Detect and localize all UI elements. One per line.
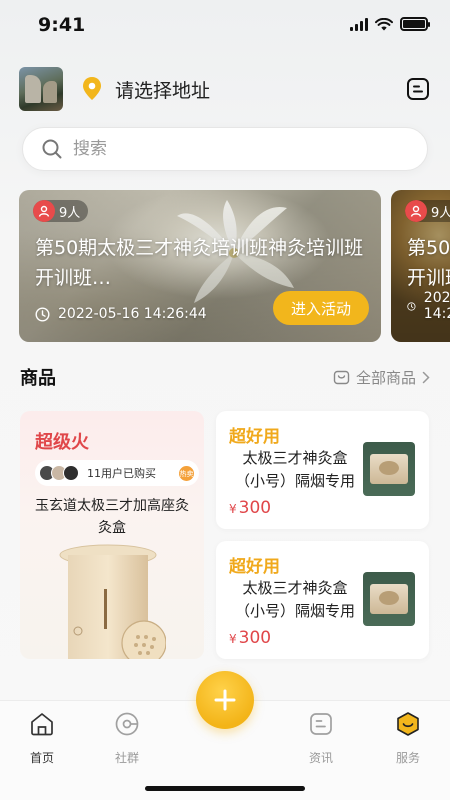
address-selector[interactable]: 请选择地址 — [115, 76, 210, 103]
moxibustion-box-image — [59, 544, 166, 659]
buyers-pill: 11用户已购买 热卖 — [35, 460, 199, 486]
avatar — [63, 465, 79, 481]
activity-banner[interactable]: 9人 第50期太极三才神灸培训班神灸培训班开训班… 2022-05-16 14:… — [19, 190, 381, 342]
clock-icon — [35, 306, 50, 322]
clock-icon — [407, 301, 416, 311]
banner-title: 第50期太极三才神灸培训班神灸培训班开训班… — [35, 237, 364, 289]
tab-community[interactable]: 社群 — [97, 711, 157, 766]
product-price: ¥300 — [229, 498, 272, 518]
banner-title: 第50期太极三才神灸培训班神灸培训班开训班… — [407, 237, 450, 289]
home-icon — [31, 713, 53, 736]
all-products-link[interactable]: 全部商品 — [333, 367, 430, 388]
buyers-text: 11用户已购买 — [87, 467, 156, 480]
wifi-icon — [375, 17, 393, 30]
featured-product-card[interactable]: 超级火 11用户已购买 热卖 玉玄道太极三才加高座灸灸盒 — [20, 411, 204, 659]
product-name: 太极三才神灸盒（小号）隔烟专用 — [234, 449, 355, 490]
plus-icon — [214, 689, 236, 711]
banner-datetime: 2022-05-16 14:26:44 — [407, 290, 450, 322]
status-icons — [350, 17, 430, 31]
news-icon — [310, 713, 332, 735]
banner-datetime: 2022-05-16 14:26:44 — [35, 306, 207, 322]
box-icon — [333, 370, 350, 384]
product-card[interactable]: 超好用 太极三才神灸盒（小号）隔烟专用 ¥300 — [216, 541, 429, 659]
products-section-header: 商品 全部商品 — [20, 364, 430, 390]
header: 请选择地址 — [19, 66, 431, 112]
user-icon — [33, 200, 55, 222]
join-activity-button[interactable]: 进入活动 — [273, 291, 369, 325]
product-tag: 超好用 — [229, 427, 280, 447]
product-card[interactable]: 超好用 太极三才神灸盒（小号）隔烟专用 ¥300 — [216, 411, 429, 529]
product-name: 玉玄道太极三才加高座灸灸盒 — [35, 498, 189, 536]
avatar[interactable] — [19, 67, 63, 111]
tab-service[interactable]: 服务 — [378, 711, 438, 766]
section-title: 商品 — [20, 368, 56, 389]
location-pin-icon[interactable] — [79, 76, 105, 102]
participant-count-badge: 9人 — [405, 200, 450, 222]
signal-icon — [350, 17, 368, 31]
product-tag: 超级火 — [35, 432, 89, 453]
participant-count-badge: 9人 — [33, 200, 89, 222]
product-price: ¥300 — [229, 628, 272, 648]
community-icon — [115, 712, 139, 736]
user-icon — [405, 200, 427, 222]
banner-carousel[interactable]: 9人 第50期太极三才神灸培训班神灸培训班开训班… 2022-05-16 14:… — [19, 190, 450, 342]
service-icon — [397, 712, 419, 736]
search-bar[interactable] — [22, 127, 428, 171]
tab-home[interactable]: 首页 — [12, 711, 72, 766]
battery-icon — [400, 17, 430, 31]
status-bar: 9:41 — [0, 0, 450, 50]
product-tag: 超好用 — [229, 557, 280, 577]
chevron-right-icon — [422, 371, 430, 383]
status-time: 9:41 — [38, 14, 86, 36]
product-name: 太极三才神灸盒（小号）隔烟专用 — [234, 579, 355, 620]
home-indicator — [145, 786, 305, 791]
tab-news[interactable]: 资讯 — [291, 711, 351, 766]
activity-banner[interactable]: 9人 第50期太极三才神灸培训班神灸培训班开训班… 2022-05-16 14:… — [391, 190, 450, 342]
product-thumbnail — [363, 572, 415, 626]
search-input[interactable] — [73, 139, 373, 159]
add-button[interactable] — [196, 671, 254, 729]
hot-badge: 热卖 — [179, 466, 194, 481]
product-thumbnail — [363, 442, 415, 496]
message-icon[interactable] — [405, 76, 431, 102]
search-icon — [42, 139, 62, 159]
